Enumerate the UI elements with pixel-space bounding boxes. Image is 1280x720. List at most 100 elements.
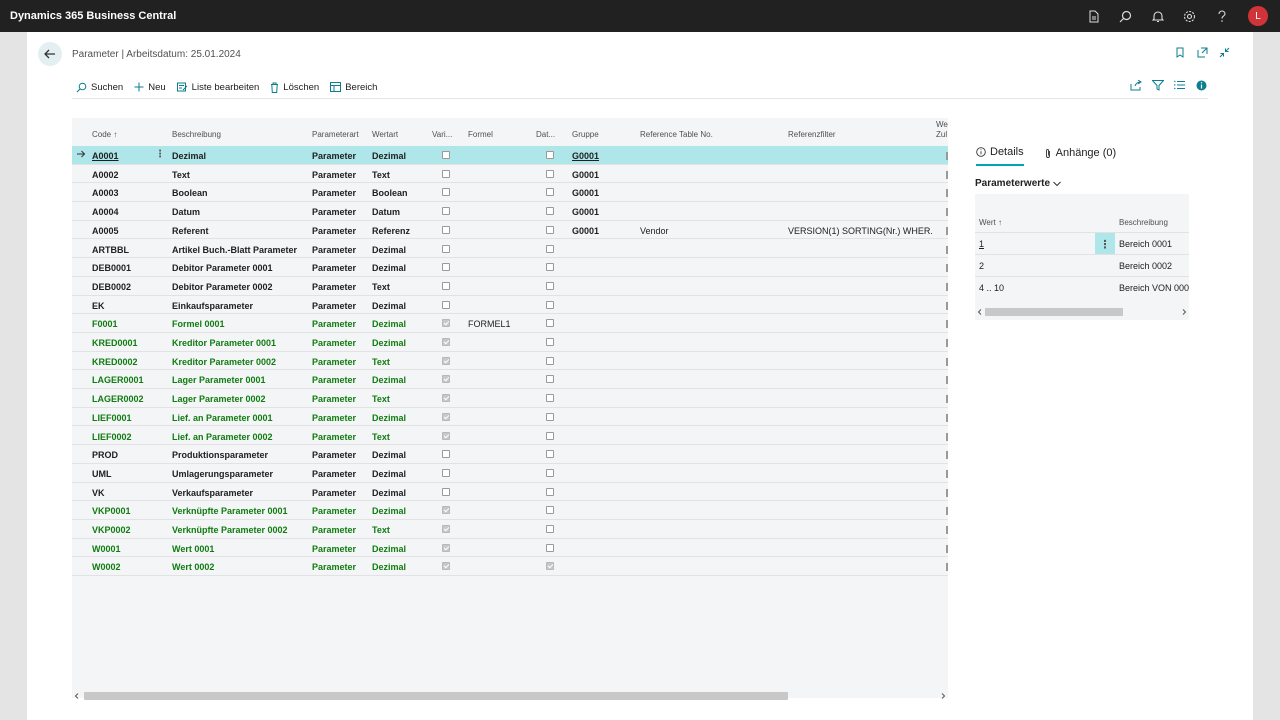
fb-row[interactable]: 4 .. 10 Bereich VON 000	[975, 276, 1189, 298]
table-row[interactable]: ⋮ A0001 Dezimal Parameter Dezimal G0001	[72, 146, 948, 165]
checkbox-variable[interactable]	[442, 169, 450, 178]
checkbox-variable[interactable]	[442, 375, 450, 384]
cell-code[interactable]: UML	[92, 469, 112, 479]
scrollbar-thumb[interactable]	[84, 692, 788, 700]
checkbox-variable[interactable]	[442, 300, 450, 309]
checkbox-date[interactable]	[546, 375, 554, 384]
table-row[interactable]: UML Umlagerungsparameter Parameter Dezimal	[72, 464, 948, 483]
checkbox-date[interactable]	[546, 450, 554, 459]
checkbox-date[interactable]	[546, 338, 554, 346]
help-icon[interactable]	[1214, 9, 1229, 24]
header-group[interactable]: Gruppe	[572, 130, 599, 139]
table-row[interactable]: W0001 Wert 0001 Parameter Dezimal	[72, 539, 948, 558]
checkbox-variable[interactable]	[442, 225, 450, 234]
table-row[interactable]: KRED0001 Kreditor Parameter 0001 Parameter…	[72, 333, 948, 352]
tab-details[interactable]: Details	[976, 146, 1024, 166]
table-row[interactable]: LAGER0001 Lager Parameter 0001 Parameter De…	[72, 370, 948, 390]
collapse-icon[interactable]	[1219, 47, 1230, 58]
header-extra-2[interactable]: Zul	[936, 130, 947, 139]
scrollbar-thumb[interactable]	[985, 308, 1123, 316]
checkbox-date[interactable]	[546, 394, 554, 403]
checkbox-variable[interactable]	[442, 319, 450, 328]
checkbox-variable[interactable]	[442, 506, 450, 515]
table-row[interactable]: A0002 Text Parameter Text G0001	[72, 165, 948, 184]
header-formula[interactable]: Formel	[468, 130, 493, 139]
cell-code[interactable]: A0002	[92, 170, 119, 180]
checkbox-variable[interactable]	[442, 338, 450, 346]
new-button[interactable]: Neu	[134, 82, 166, 93]
table-row[interactable]: LIEF0001 Lief. an Parameter 0001 Parameter…	[72, 408, 948, 427]
fb-row[interactable]: 2 Bereich 0002	[975, 254, 1189, 276]
checkbox-date[interactable]	[546, 431, 554, 440]
checkbox-date[interactable]	[546, 244, 554, 253]
cell-code[interactable]: EK	[92, 301, 105, 311]
checkbox-date[interactable]	[546, 151, 554, 159]
checkbox-variable[interactable]	[442, 281, 450, 290]
cell-code[interactable]: VK	[92, 488, 105, 498]
factbox-horizontal-scrollbar[interactable]	[975, 306, 1189, 318]
table-row[interactable]: A0003 Boolean Parameter Boolean G0001	[72, 183, 948, 203]
parameterwerte-section-toggle[interactable]: Parameterwerte	[975, 178, 1061, 189]
row-menu-icon[interactable]: ⋮	[1095, 233, 1115, 255]
checkbox-date[interactable]	[546, 487, 554, 496]
back-button[interactable]	[38, 42, 62, 66]
table-row[interactable]: LIEF0002 Lief. an Parameter 0002 Parameter…	[72, 427, 948, 446]
document-icon[interactable]	[1086, 9, 1101, 24]
filter-icon[interactable]	[1151, 80, 1165, 92]
header-ref-filter[interactable]: Referenzfilter	[788, 130, 836, 139]
horizontal-scrollbar[interactable]	[72, 690, 948, 702]
checkbox-variable[interactable]	[442, 562, 450, 571]
table-row[interactable]: EK Einkaufsparameter Parameter Dezimal	[72, 296, 948, 315]
header-param-type[interactable]: Parameterart	[312, 130, 359, 139]
table-row[interactable]: ARTBBL Artikel Buch.-Blatt Parameter Param…	[72, 240, 948, 259]
checkbox-date[interactable]	[546, 263, 554, 272]
cell-code[interactable]: LAGER0002	[92, 394, 144, 404]
header-variable[interactable]: Vari...	[432, 130, 452, 139]
open-new-window-icon[interactable]	[1197, 47, 1208, 58]
cell-code[interactable]: VKP0002	[92, 525, 131, 535]
header-value-type[interactable]: Wertart	[372, 130, 398, 139]
range-button[interactable]: Bereich	[330, 82, 377, 93]
header-ref-table[interactable]: Reference Table No.	[640, 130, 713, 139]
checkbox-date[interactable]	[546, 300, 554, 309]
cell-code[interactable]: LIEF0001	[92, 413, 132, 423]
checkbox-date[interactable]	[546, 562, 554, 571]
table-row[interactable]: VKP0001 Verknüpfte Parameter 0001 Paramete…	[72, 501, 948, 520]
checkbox-variable[interactable]	[442, 412, 450, 421]
fb-header-value[interactable]: Wert ↑	[979, 218, 1002, 227]
header-description[interactable]: Beschreibung	[172, 130, 221, 139]
cell-code[interactable]: LIEF0002	[92, 432, 132, 442]
header-code[interactable]: Code ↑	[92, 130, 117, 139]
table-row[interactable]: DEB0001 Debitor Parameter 0001 Parameter De…	[72, 258, 948, 277]
avatar[interactable]: L	[1248, 6, 1268, 26]
checkbox-date[interactable]	[546, 525, 554, 533]
search-icon[interactable]	[1118, 9, 1133, 24]
header-extra-1[interactable]: We	[936, 120, 948, 129]
cell-code[interactable]: W0001	[92, 544, 121, 554]
cell-code[interactable]: KRED0002	[92, 357, 138, 367]
checkbox-date[interactable]	[546, 506, 554, 515]
checkbox-variable[interactable]	[442, 394, 450, 403]
cell-code[interactable]: A0004	[92, 207, 119, 217]
table-row[interactable]: DEB0002 Debitor Parameter 0002 Parameter Te…	[72, 277, 948, 296]
cell-code[interactable]: DEB0001	[92, 263, 131, 273]
checkbox-variable[interactable]	[442, 431, 450, 440]
cell-code[interactable]: VKP0001	[92, 506, 131, 516]
checkbox-variable[interactable]	[442, 151, 450, 159]
fb-cell-value[interactable]: 1	[979, 239, 984, 249]
cell-code[interactable]: A0003	[92, 188, 119, 198]
checkbox-date[interactable]	[546, 356, 554, 365]
checkbox-date[interactable]	[546, 169, 554, 178]
checkbox-date[interactable]	[546, 543, 554, 552]
share-icon[interactable]	[1130, 79, 1142, 92]
fb-header-description[interactable]: Beschreibung	[1119, 218, 1168, 227]
list-view-icon[interactable]	[1174, 80, 1186, 92]
checkbox-variable[interactable]	[442, 487, 450, 496]
cell-code[interactable]: PROD	[92, 450, 118, 460]
checkbox-variable[interactable]	[442, 525, 450, 533]
cell-code[interactable]: LAGER0001	[92, 375, 144, 385]
cell-code[interactable]: W0002	[92, 562, 121, 572]
header-date[interactable]: Dat...	[536, 130, 555, 139]
fb-row[interactable]: 1 ⋮ Bereich 0001	[975, 232, 1189, 255]
checkbox-date[interactable]	[546, 188, 554, 197]
